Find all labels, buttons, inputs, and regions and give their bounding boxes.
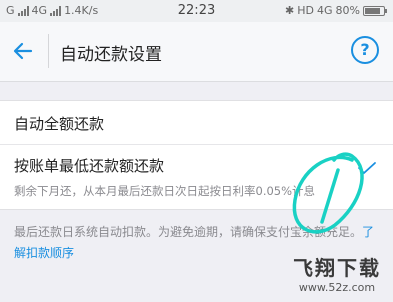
network-4g-label: 4G (317, 4, 333, 17)
status-bar: G 4G 1.4K/s 22:23 ✱ HD 4G 80% (0, 0, 393, 22)
watermark-url: www.52z.com (298, 281, 376, 294)
battery-percent: 80% (335, 4, 360, 17)
arrow-left-icon (13, 42, 33, 60)
option-label: 自动全额还款 (14, 115, 105, 133)
back-button[interactable] (8, 36, 38, 66)
watermark-logo: 飞翔下载 (293, 256, 381, 280)
bluetooth-icon: ✱ (285, 4, 295, 17)
note-text: 最后还款日系统自动扣款。为避免逾期，请确保支付宝余额充足。 (14, 225, 363, 239)
option-minimum-repayment[interactable]: 按账单最低还款额还款 剩余下月还，从本月最后还款日次日起按日利率0.05%计息 (0, 145, 393, 211)
header-divider (48, 34, 49, 68)
option-full-repayment[interactable]: 自动全额还款 (0, 101, 393, 145)
app-header: 自动还款设置 ? (0, 22, 393, 82)
page-title: 自动还款设置 (60, 45, 162, 65)
hd-label: HD (297, 4, 315, 17)
checkmark-icon (358, 162, 376, 174)
repayment-options: 自动全额还款 按账单最低还款额还款 剩余下月还，从本月最后还款日次日起按日利率0… (0, 100, 393, 210)
site-watermark: 飞翔下载 www.52z.com (287, 252, 387, 298)
help-button[interactable]: ? (351, 36, 379, 64)
question-mark-icon: ? (360, 40, 370, 59)
option-label: 按账单最低还款额还款 (14, 157, 165, 175)
battery-icon (363, 5, 387, 16)
option-description: 剩余下月还，从本月最后还款日次日起按日利率0.05%计息 (14, 184, 316, 198)
status-right: ✱ HD 4G 80% (285, 4, 387, 17)
